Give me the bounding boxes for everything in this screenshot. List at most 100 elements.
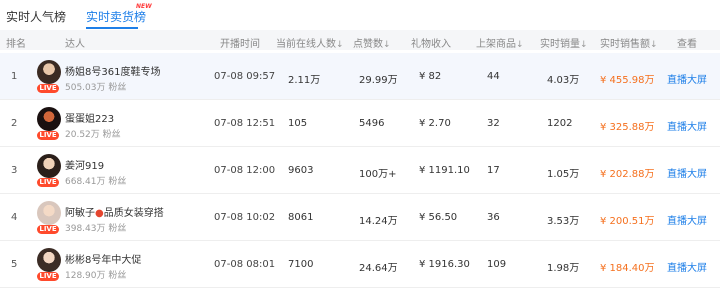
ranking-tabs: 实时人气榜 实时卖货榜 NEW — [0, 0, 720, 30]
rank-value: 5 — [11, 259, 18, 270]
anchor-name[interactable]: 姜河919 — [65, 157, 104, 172]
rank-value: 3 — [11, 165, 18, 176]
tab-sales-ranking[interactable]: 实时卖货榜 NEW — [86, 3, 152, 25]
product-count: 32 — [487, 118, 500, 129]
header-likes[interactable]: 点赞数↓ — [353, 35, 391, 50]
start-time: 07-08 09:57 — [214, 71, 276, 82]
table-row[interactable]: 5 LIVE 彬彬8号年中大促 128.90万 粉丝 07-08 08:01 7… — [0, 241, 720, 288]
start-time: 07-08 12:00 — [214, 165, 276, 176]
anchor-name[interactable]: 阿敏子●品质女装穿搭 — [65, 204, 164, 219]
sales-count: 1.98万 — [547, 263, 580, 274]
header-amount[interactable]: 实时销售额↓ — [600, 35, 658, 50]
start-time: 07-08 12:51 — [214, 118, 276, 129]
watch-live-link[interactable]: 直播大屏 — [667, 71, 707, 86]
sales-count: 4.03万 — [547, 75, 580, 86]
header-online[interactable]: 当前在线人数↓ — [276, 35, 344, 50]
rank-value: 1 — [11, 71, 18, 82]
sales-amount: ¥ 184.40万 — [600, 263, 655, 274]
anchor-name[interactable]: 杨姐8号361度鞋专场 — [65, 63, 160, 78]
new-badge: NEW — [136, 3, 152, 10]
fans-count: 505.03万 粉丝 — [65, 83, 127, 93]
likes-count: 5496 — [359, 118, 385, 129]
active-tab-indicator — [86, 27, 138, 29]
product-count: 109 — [487, 259, 507, 270]
avatar[interactable] — [37, 154, 61, 178]
anchor-name-main: 阿敏子 — [65, 208, 95, 219]
product-count: 44 — [487, 71, 500, 82]
start-time: 07-08 08:01 — [214, 259, 276, 270]
avatar[interactable] — [37, 248, 61, 272]
live-badge: LIVE — [37, 131, 59, 140]
live-badge: LIVE — [37, 225, 59, 234]
product-count: 36 — [487, 212, 500, 223]
anchor-name[interactable]: 彬彬8号年中大促 — [65, 251, 141, 266]
product-count: 17 — [487, 165, 500, 176]
header-gift-income[interactable]: 礼物收入 — [411, 35, 451, 50]
online-count: 7100 — [288, 259, 314, 270]
start-time: 07-08 10:02 — [214, 212, 276, 223]
table-header: 排名 达人 开播时间 当前在线人数↓ 点赞数↓ 礼物收入 上架商品↓ 实时销量↓… — [0, 30, 720, 50]
fans-count: 668.41万 粉丝 — [65, 177, 127, 187]
live-badge: LIVE — [37, 84, 59, 93]
table-row[interactable]: 2 LIVE 蛋蛋姐223 20.52万 粉丝 07-08 12:51 105 … — [0, 100, 720, 147]
gift-income: ¥ 56.50 — [419, 212, 458, 223]
sort-arrow-icon: ↓ — [516, 40, 524, 50]
likes-count: 24.64万 — [359, 263, 398, 274]
likes-count: 100万+ — [359, 169, 397, 180]
header-products[interactable]: 上架商品↓ — [476, 35, 524, 50]
live-badge: LIVE — [37, 178, 59, 187]
live-badge: LIVE — [37, 272, 59, 281]
gourd-icon: ● — [95, 208, 104, 219]
fans-count: 398.43万 粉丝 — [65, 224, 127, 234]
rank-value: 2 — [11, 118, 18, 129]
watch-live-link[interactable]: 直播大屏 — [667, 165, 707, 180]
header-online-label: 当前在线人数 — [276, 39, 336, 50]
sales-count: 3.53万 — [547, 216, 580, 227]
header-start-time[interactable]: 开播时间 — [220, 35, 260, 50]
gift-income: ¥ 2.70 — [419, 118, 451, 129]
table-row[interactable]: 3 LIVE 姜河919 668.41万 粉丝 07-08 12:00 9603… — [0, 147, 720, 194]
sales-count: 1.05万 — [547, 169, 580, 180]
sales-amount: ¥ 200.51万 — [600, 216, 655, 227]
table-row[interactable]: 4 LIVE 阿敏子●品质女装穿搭 398.43万 粉丝 07-08 10:02… — [0, 194, 720, 241]
online-count: 8061 — [288, 212, 314, 223]
anchor-name[interactable]: 蛋蛋姐223 — [65, 110, 114, 125]
header-anchor: 达人 — [65, 39, 85, 50]
tab-sales-ranking-label: 实时卖货榜 — [86, 10, 147, 24]
avatar[interactable] — [37, 60, 61, 84]
sort-arrow-icon: ↓ — [650, 40, 658, 50]
sales-count: 1202 — [547, 118, 573, 129]
gift-income: ¥ 1191.10 — [419, 165, 470, 176]
sort-arrow-icon: ↓ — [383, 40, 391, 50]
likes-count: 29.99万 — [359, 75, 398, 86]
watch-live-link[interactable]: 直播大屏 — [667, 212, 707, 227]
header-sales-label: 实时销量 — [540, 39, 580, 50]
header-products-label: 上架商品 — [476, 39, 516, 50]
online-count: 105 — [288, 118, 308, 129]
header-amount-label: 实时销售额 — [600, 39, 650, 50]
watch-live-link[interactable]: 直播大屏 — [667, 118, 707, 133]
likes-count: 14.24万 — [359, 216, 398, 227]
avatar[interactable] — [37, 201, 61, 225]
header-sales[interactable]: 实时销量↓ — [540, 35, 588, 50]
sales-amount: ¥ 455.98万 — [600, 75, 655, 86]
tab-popularity-ranking[interactable]: 实时人气榜 — [6, 8, 66, 25]
sales-amount: ¥ 202.88万 — [600, 169, 655, 180]
gift-income: ¥ 1916.30 — [419, 259, 470, 270]
header-watch: 查看 — [677, 39, 697, 50]
table-row[interactable]: 1 LIVE 杨姐8号361度鞋专场 505.03万 粉丝 07-08 09:5… — [0, 53, 720, 100]
anchor-name-suffix: 品质女装穿搭 — [103, 208, 164, 219]
header-likes-label: 点赞数 — [353, 39, 383, 50]
online-count: 2.11万 — [288, 75, 321, 86]
watch-live-link[interactable]: 直播大屏 — [667, 259, 707, 274]
sales-amount: ¥ 325.88万 — [600, 122, 655, 133]
online-count: 9603 — [288, 165, 314, 176]
sort-arrow-icon: ↓ — [580, 40, 588, 50]
gift-income: ¥ 82 — [419, 71, 442, 82]
sort-arrow-icon: ↓ — [336, 40, 344, 50]
avatar[interactable] — [37, 107, 61, 131]
rank-value: 4 — [11, 212, 18, 223]
fans-count: 128.90万 粉丝 — [65, 271, 127, 281]
fans-count: 20.52万 粉丝 — [65, 130, 121, 140]
header-rank: 排名 — [6, 39, 26, 50]
